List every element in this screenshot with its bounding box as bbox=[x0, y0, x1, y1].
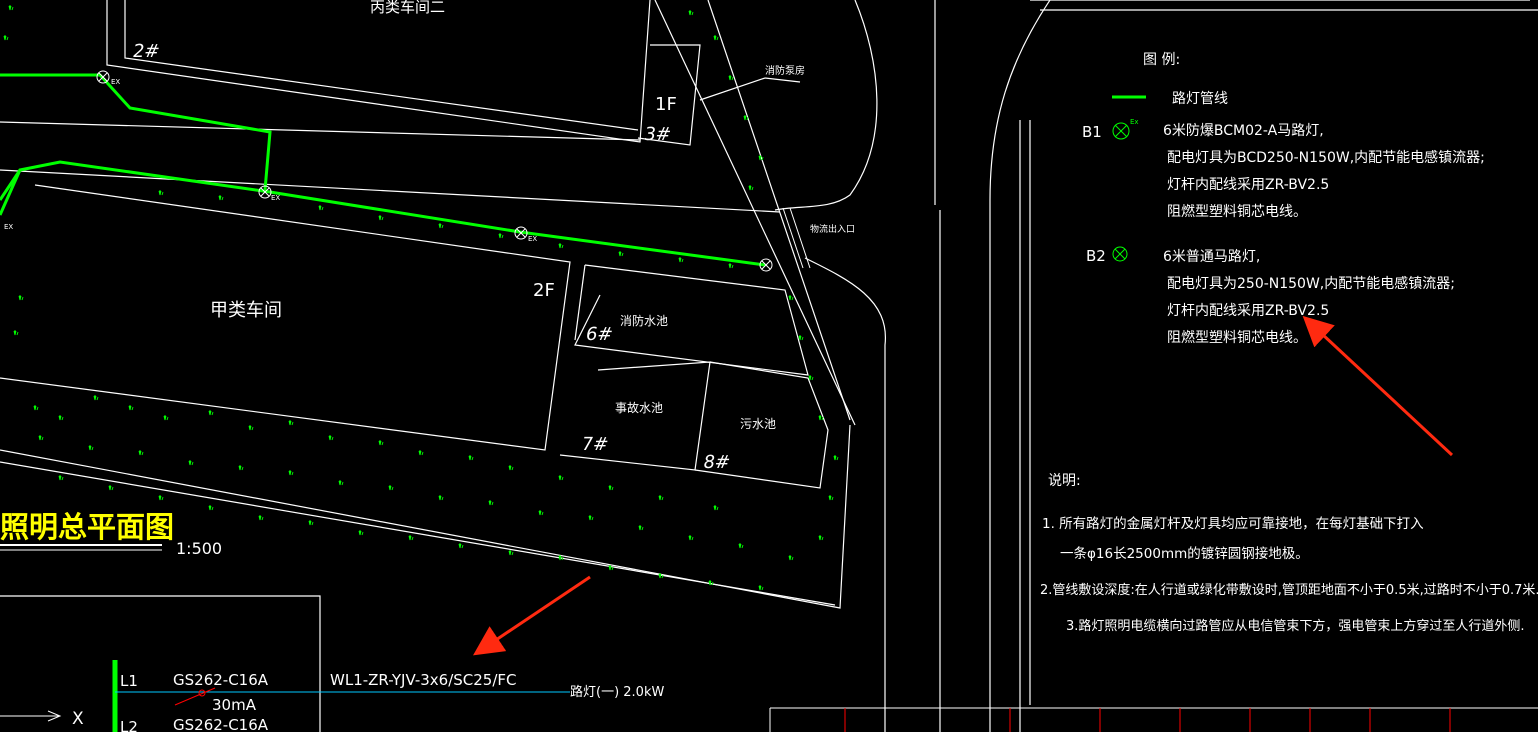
green-belt-hatching bbox=[3, 4, 839, 591]
b2-line-1: 6米普通马路灯, bbox=[1163, 249, 1260, 265]
notes-heading: 说明: bbox=[1048, 473, 1081, 489]
note-1: 1. 所有路灯的金属灯杆及灯具均应可靠接地，在每灯基础下打入 bbox=[1042, 515, 1424, 532]
cad-drawing-canvas[interactable]: EX EX EX EX 丙类车间二 2# 消防泵房 1F 3# 物流出入口 甲类… bbox=[0, 0, 1538, 732]
breaker-1[interactable]: GS262-C16A bbox=[173, 671, 269, 689]
phase-l1: L1 bbox=[120, 672, 138, 690]
b1-ex-tag: Ex bbox=[1130, 118, 1139, 126]
ex-tag: EX bbox=[4, 223, 13, 231]
b1-lamp-icon bbox=[1112, 122, 1130, 140]
building-number-3: 3# bbox=[642, 124, 672, 145]
legend-b1-code: B1 bbox=[1082, 123, 1102, 141]
drawing-title-text: 照明总平面图 bbox=[0, 510, 174, 544]
design-notes: 说明: 1. 所有路灯的金属灯杆及灯具均应可靠接地，在每灯基础下打入 一条φ16… bbox=[1040, 473, 1538, 634]
load-label: 路灯(一) 2.0kW bbox=[570, 684, 664, 700]
phase-l2: L2 bbox=[120, 718, 138, 732]
lamp-symbol-1[interactable] bbox=[96, 70, 110, 84]
workshop-a-floor: 2F bbox=[533, 280, 555, 301]
breaker-2[interactable]: GS262-C16A bbox=[173, 716, 269, 732]
workshop-a-label: 甲类车间 bbox=[210, 300, 282, 321]
workshop-a-outline[interactable] bbox=[0, 184, 571, 451]
annotation-arrows bbox=[473, 315, 1454, 656]
b2-line-3: 灯杆内配线采用ZR-BV2.5 bbox=[1167, 303, 1329, 319]
cable-spec[interactable]: WL1-ZR-YJV-3x6/SC25/FC bbox=[330, 671, 517, 689]
note-2: 2.管线敷设深度:在人行道或绿化带敷设时,管顶距地面不小于0.5米,过路时不小于… bbox=[1040, 582, 1538, 598]
b2-lamp-icon bbox=[1112, 246, 1128, 262]
building-number-7: 7# bbox=[580, 434, 610, 455]
x-mark: X bbox=[72, 709, 84, 729]
sewage-pool-label: 污水池 bbox=[740, 417, 776, 431]
b1-line-1: 6米防爆BCM02-A马路灯, bbox=[1163, 123, 1324, 139]
distribution-schematic: L1 L2 GS262-C16A GS262-C16A 30mA WL1-ZR-… bbox=[0, 595, 664, 732]
b2-line-2: 配电灯具为250-N150W,内配节能电感镇流器; bbox=[1167, 275, 1455, 292]
note-3: 3.路灯照明电缆横向过路管应从电信管束下方，强电管束上方穿过至人行道外侧. bbox=[1066, 618, 1525, 634]
ex-tag: EX bbox=[111, 78, 120, 86]
fire-pool-outline[interactable] bbox=[574, 264, 809, 376]
workshop-top-label: 丙类车间二 bbox=[370, 0, 445, 16]
b1-line-3: 灯杆内配线采用ZR-BV2.5 bbox=[1167, 177, 1329, 193]
annotation-arrow-legend bbox=[1302, 315, 1454, 457]
legend-line-label: 路灯管线 bbox=[1172, 91, 1228, 107]
ex-tag: EX bbox=[271, 194, 280, 202]
building-number-6: 6# bbox=[584, 324, 614, 345]
b1-line-4: 阻燃型塑料铜芯电线。 bbox=[1167, 203, 1307, 220]
drawing-title: 照明总平面图 1:500 bbox=[0, 510, 222, 558]
pump-room-label: 消防泵房 bbox=[765, 64, 805, 77]
building-number-2: 2# bbox=[131, 41, 161, 62]
accident-pool-label: 事故水池 bbox=[615, 400, 663, 415]
fire-pool-label: 消防水池 bbox=[620, 313, 668, 328]
ex-tag: EX bbox=[528, 235, 537, 243]
drawing-scale: 1:500 bbox=[176, 539, 222, 558]
legend-heading: 图 例: bbox=[1143, 52, 1180, 68]
b2-line-4: 阻燃型塑料铜芯电线。 bbox=[1167, 329, 1307, 346]
legend-b2-code: B2 bbox=[1086, 247, 1106, 265]
note-1-cont: 一条φ16长2500mm的镀锌圆钢接地极。 bbox=[1060, 545, 1309, 562]
street-light-pipeline[interactable] bbox=[0, 73, 766, 267]
pump-room-floor: 1F bbox=[655, 94, 677, 115]
annotation-arrow-cable bbox=[473, 575, 591, 656]
b1-line-2: 配电灯具为BCD250-N150W,内配节能电感镇流器; bbox=[1167, 149, 1485, 166]
rcd-rating: 30mA bbox=[212, 696, 257, 714]
legend: 图 例: 路灯管线 B1 Ex 6米防爆BCM02-A马路灯, 配电灯具为BCD… bbox=[1082, 52, 1485, 346]
building-number-8: 8# bbox=[702, 452, 732, 473]
logistics-exit-label: 物流出入口 bbox=[810, 223, 855, 235]
